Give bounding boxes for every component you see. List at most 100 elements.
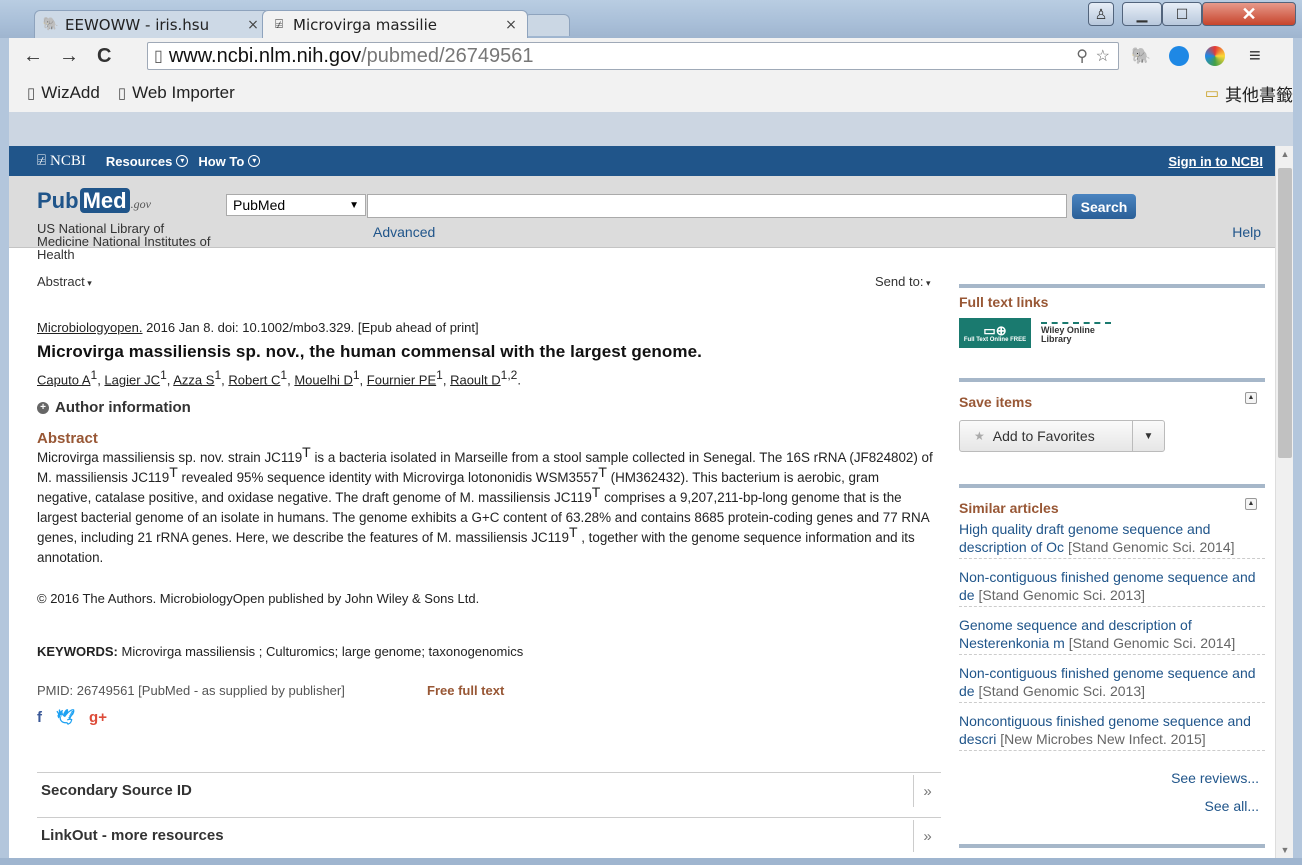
similar-article-link[interactable]: Non-contiguous finished genome sequence … bbox=[959, 568, 1265, 607]
abstract-part: revealed 95% sequence identity with Micr… bbox=[177, 470, 599, 485]
free-full-text-link[interactable]: Free full text bbox=[427, 683, 504, 698]
author-link[interactable]: Mouelhi D bbox=[294, 372, 353, 387]
evernote-extension-icon[interactable]: 🐘 bbox=[1131, 38, 1151, 74]
send-to-dropdown[interactable]: Send to: ▾ bbox=[875, 274, 930, 289]
chevron-down-icon: ▾ bbox=[176, 155, 189, 167]
scroll-up-icon[interactable]: ▲ bbox=[1276, 146, 1294, 162]
help-link[interactable]: Help bbox=[1232, 224, 1261, 240]
resources-menu[interactable]: Resources ▾ bbox=[106, 154, 189, 169]
maximize-button[interactable]: ☐ bbox=[1162, 2, 1202, 26]
new-tab-button[interactable] bbox=[524, 14, 570, 36]
type-strain-sup: T bbox=[598, 464, 607, 480]
author-link[interactable]: Azza S bbox=[173, 372, 214, 387]
similar-articles-heading: Similar articles bbox=[959, 500, 1059, 516]
author-information-toggle[interactable]: + Author information bbox=[37, 399, 191, 416]
forward-arrow-icon[interactable]: → bbox=[59, 38, 79, 74]
window-frame-bottom bbox=[0, 858, 1302, 865]
bookmark-star-icon[interactable]: ☆ bbox=[1096, 46, 1110, 66]
article-title: Microvirga massiliensis sp. nov., the hu… bbox=[37, 342, 702, 361]
scroll-thumb[interactable] bbox=[1278, 168, 1292, 458]
expand-double-chevron-icon[interactable]: » bbox=[913, 775, 941, 807]
author-link[interactable]: Raoult D bbox=[450, 372, 501, 387]
howto-menu[interactable]: How To ▾ bbox=[198, 153, 261, 169]
advanced-link[interactable]: Advanced bbox=[373, 224, 435, 240]
expand-plus-icon: + bbox=[37, 401, 49, 414]
linkout-section[interactable]: LinkOut - more resources » bbox=[37, 817, 941, 853]
affiliation-sup[interactable]: 1 bbox=[214, 368, 221, 382]
expand-double-chevron-icon[interactable]: » bbox=[913, 820, 941, 852]
collapse-icon[interactable]: ▲ bbox=[1245, 498, 1257, 510]
page-scrollbar[interactable]: ▲ ▼ bbox=[1275, 146, 1293, 858]
address-bar[interactable]: ▯ www.ncbi.nlm.nih.gov/pubmed/26749561 ⚲… bbox=[147, 42, 1119, 70]
secondary-source-id-section[interactable]: Secondary Source ID » bbox=[37, 772, 941, 808]
similar-source: [Stand Genomic Sci. 2014] bbox=[1068, 635, 1236, 651]
reload-icon[interactable]: C bbox=[97, 38, 111, 74]
citation: Microbiologyopen. 2016 Jan 8. doi: 10.10… bbox=[37, 320, 479, 335]
twitter-icon[interactable]: 🕊 bbox=[56, 708, 75, 726]
other-bookmarks[interactable]: ▭ 其他書籤 bbox=[1205, 81, 1293, 106]
similar-article-link[interactable]: Genome sequence and description of Neste… bbox=[959, 616, 1265, 655]
author-link[interactable]: Lagier JC bbox=[104, 372, 160, 387]
author-link[interactable]: Robert C bbox=[228, 372, 280, 387]
bookmark-web-importer[interactable]: ▯ Web Importer bbox=[118, 83, 235, 103]
similar-source: [Stand Genomic Sci. 2014] bbox=[1067, 539, 1235, 555]
pubmed-logo[interactable]: Pub Med .gov bbox=[37, 188, 151, 214]
affiliation-sup[interactable]: 1,2 bbox=[501, 368, 518, 382]
chevron-down-icon: ▾ bbox=[923, 278, 931, 288]
extension-color-icon[interactable] bbox=[1205, 38, 1225, 74]
author-link[interactable]: Caputo A bbox=[37, 372, 91, 387]
ncbi-logo[interactable]: ⍯ NCBI bbox=[37, 152, 86, 170]
facebook-icon[interactable]: f bbox=[37, 709, 42, 726]
wiley-link[interactable]: ▭⊕ Full Text Online FREE Wiley Online Lib… bbox=[959, 318, 1111, 348]
affiliation-sup[interactable]: 1 bbox=[436, 368, 443, 382]
page-icon: ▯ bbox=[27, 85, 36, 102]
similar-articles-panel: Similar articles ▲ High quality draft ge… bbox=[959, 484, 1265, 844]
close-tab-icon[interactable]: × bbox=[503, 17, 519, 33]
close-tab-icon[interactable]: × bbox=[245, 17, 261, 33]
database-select[interactable]: PubMed ▼ bbox=[226, 194, 366, 216]
see-all-link[interactable]: See all... bbox=[1205, 798, 1259, 814]
format-label: Abstract bbox=[37, 274, 85, 289]
affiliation-sup[interactable]: 1 bbox=[91, 368, 98, 382]
tab-label: Microvirga massilie bbox=[293, 15, 437, 34]
affiliation-sup[interactable]: 1 bbox=[353, 368, 360, 382]
collapse-icon[interactable]: ▲ bbox=[1245, 392, 1257, 404]
affiliation-sup[interactable]: 1 bbox=[280, 368, 287, 382]
author-link[interactable]: Fournier PE bbox=[367, 372, 436, 387]
pmid-text: PMID: 26749561 [PubMed - as supplied by … bbox=[37, 683, 345, 698]
menu-icon[interactable]: ≡ bbox=[1249, 38, 1261, 74]
window-frame-right bbox=[1293, 112, 1302, 858]
sign-in-link[interactable]: Sign in to NCBI bbox=[1168, 154, 1263, 169]
type-strain-sup: T bbox=[568, 524, 578, 540]
howto-label: How To bbox=[198, 153, 245, 169]
similar-article-link[interactable]: Noncontiguous finished genome sequence a… bbox=[959, 712, 1265, 751]
similar-source: [Stand Genomic Sci. 2013] bbox=[978, 587, 1146, 603]
logo-pub: Pub bbox=[37, 188, 79, 213]
bookmark-wizadd[interactable]: ▯ WizAdd bbox=[27, 83, 100, 103]
back-arrow-icon[interactable]: ← bbox=[23, 38, 43, 74]
extension-blue-icon[interactable] bbox=[1169, 38, 1189, 74]
dropdown-arrow-icon[interactable]: ▼ bbox=[1132, 421, 1164, 451]
nlm-text[interactable]: US National Library of Medicine National… bbox=[37, 222, 217, 261]
zoom-icon[interactable]: ⚲ bbox=[1076, 46, 1088, 66]
similar-article-link[interactable]: Non-contiguous finished genome sequence … bbox=[959, 664, 1265, 703]
keywords-list: Microvirga massiliensis ; Culturomics; l… bbox=[117, 644, 524, 659]
journal-link[interactable]: Microbiologyopen. bbox=[37, 320, 143, 335]
user-profile-button[interactable]: ♙ bbox=[1088, 2, 1114, 26]
affiliation-sup[interactable]: 1 bbox=[160, 368, 167, 382]
google-plus-icon[interactable]: g+ bbox=[89, 709, 107, 726]
tab-eewoww[interactable]: 🐘 EEWOWW - iris.hsu × bbox=[34, 10, 270, 38]
copyright-text: © 2016 The Authors. MicrobiologyOpen pub… bbox=[37, 591, 480, 606]
url-path: /pubmed/26749561 bbox=[361, 44, 534, 67]
scroll-down-icon[interactable]: ▼ bbox=[1276, 842, 1294, 858]
search-button[interactable]: Search bbox=[1072, 194, 1136, 219]
tab-pubmed[interactable]: ⍯ Microvirga massilie × bbox=[262, 10, 528, 38]
search-input[interactable] bbox=[367, 194, 1067, 218]
see-reviews-link[interactable]: See reviews... bbox=[1171, 770, 1259, 786]
close-window-button[interactable]: ✕ bbox=[1202, 2, 1296, 26]
similar-article-link[interactable]: High quality draft genome sequence and d… bbox=[959, 520, 1265, 559]
add-to-favorites-button[interactable]: ★ Add to Favorites ▼ bbox=[959, 420, 1165, 452]
format-dropdown[interactable]: Abstract ▾ bbox=[37, 274, 92, 289]
ncbi-logo-text: NCBI bbox=[50, 152, 86, 169]
minimize-button[interactable]: ▁ bbox=[1122, 2, 1162, 26]
